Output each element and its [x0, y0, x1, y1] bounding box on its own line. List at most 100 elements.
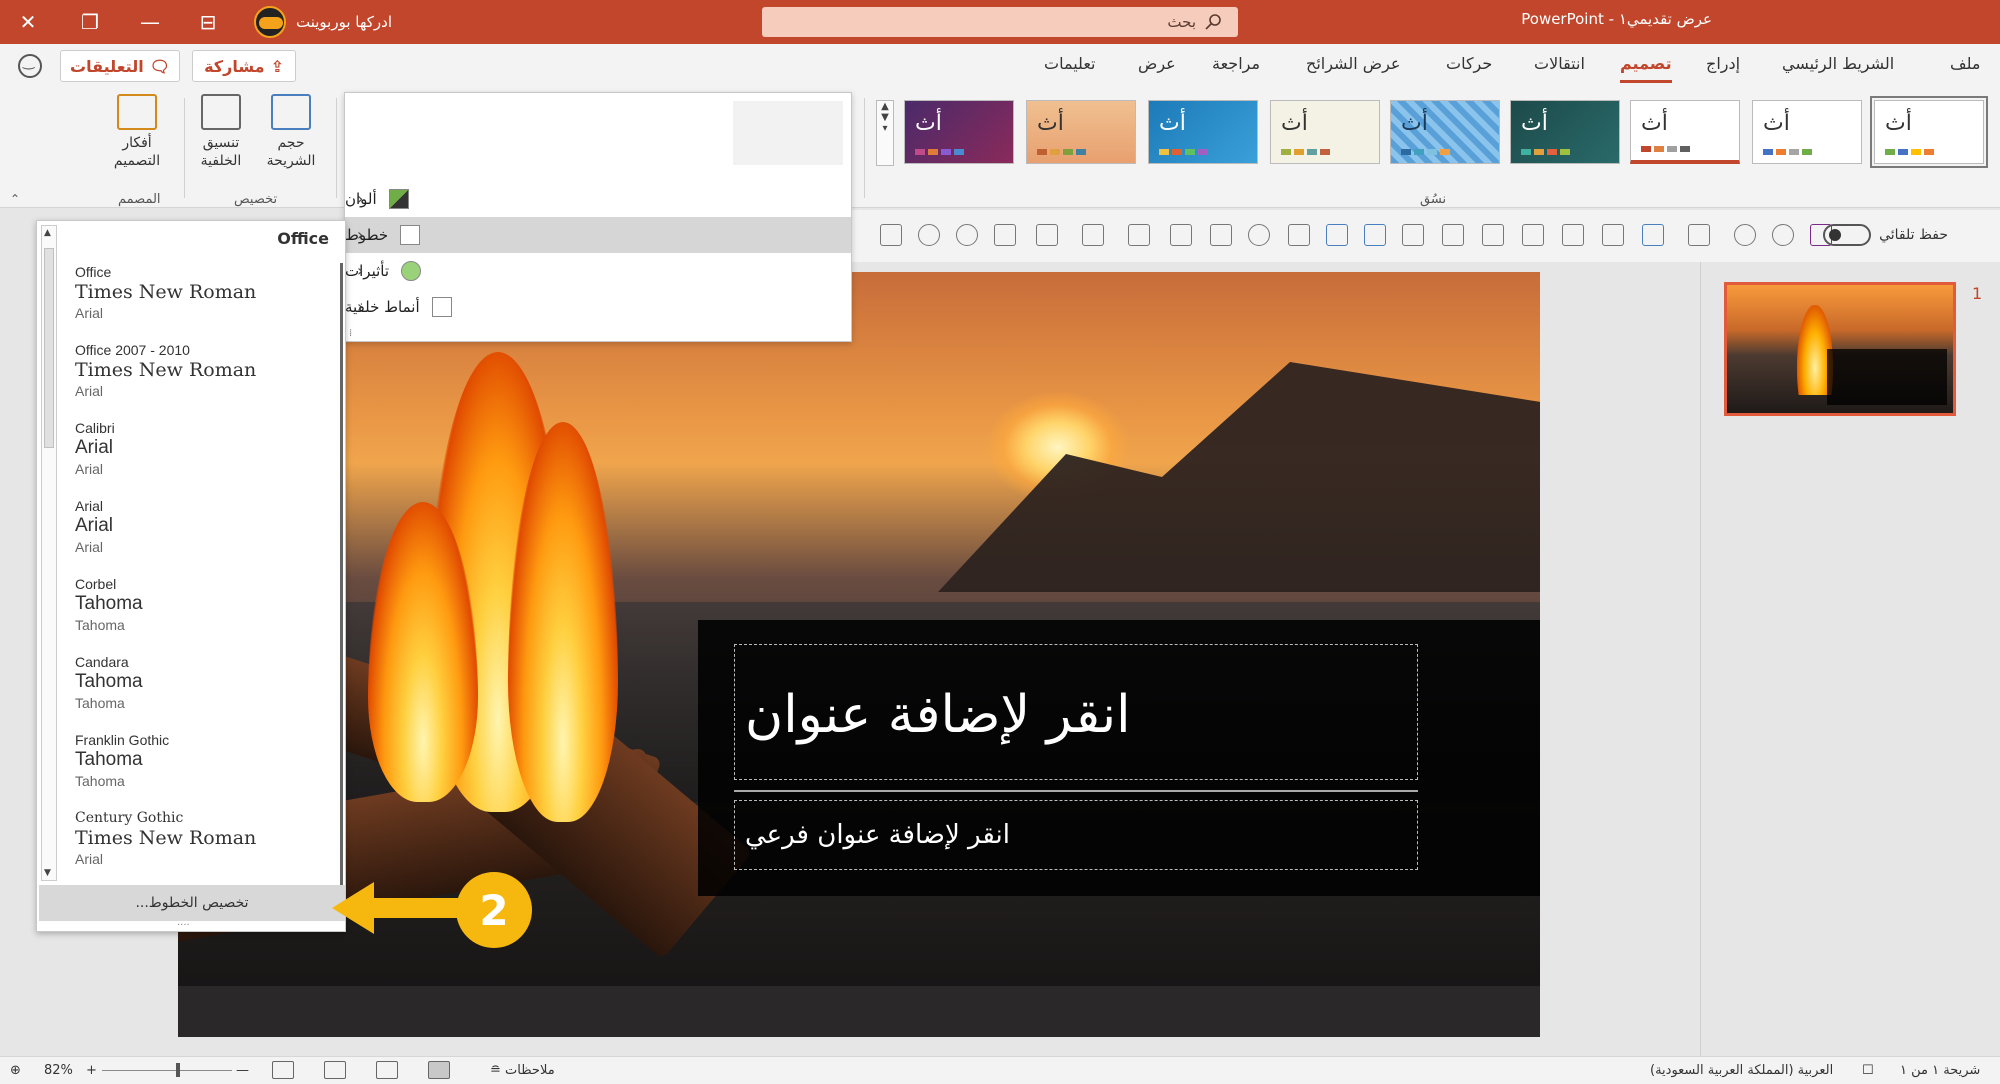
group-designer-label: المصمم — [118, 192, 161, 207]
rectangle-icon[interactable] — [1210, 224, 1232, 246]
zoom-out-button[interactable]: — — [236, 1063, 249, 1078]
customize-fonts-button[interactable]: تخصيص الخطوط... — [39, 885, 345, 921]
theme-thumbnail[interactable]: أث — [1390, 100, 1500, 164]
format-background-icon[interactable] — [880, 224, 902, 246]
format-painter-icon[interactable] — [1602, 224, 1624, 246]
tab-file[interactable]: ملف — [1950, 54, 1980, 73]
font-option[interactable]: Franklin Gothic Tahoma Tahoma — [67, 731, 343, 809]
minimize-window-button[interactable]: — — [122, 0, 178, 44]
scroll-down-icon[interactable]: ▼ — [44, 868, 51, 878]
theme-thumbnail[interactable]: أث — [1630, 100, 1740, 164]
tab-slideshow[interactable]: عرض الشرائح — [1306, 54, 1400, 73]
font-option[interactable]: Corbel Tahoma Tahoma — [67, 575, 343, 653]
pen-icon[interactable] — [918, 224, 940, 246]
shapes-icon[interactable] — [1128, 224, 1150, 246]
variants-item-fonts[interactable]: خطوط ‹ — [345, 217, 851, 253]
eraser-icon[interactable] — [1036, 224, 1058, 246]
font-option-name: Office — [75, 264, 112, 280]
slide-sorter-view-icon[interactable] — [376, 1061, 398, 1079]
rectangle-rounded-icon[interactable] — [1170, 224, 1192, 246]
tab-home[interactable]: الشريط الرئيسي — [1782, 54, 1894, 73]
theme-thumbnail[interactable]: أث — [1148, 100, 1258, 164]
variant-preview[interactable] — [733, 101, 843, 165]
fonts-scrollbar[interactable]: ▲ ▼ — [41, 225, 57, 881]
variants-item-colors[interactable]: ألوان ‹ — [345, 181, 851, 217]
design-ideas-button[interactable]: أفكار التصميم — [102, 94, 172, 170]
tab-transitions[interactable]: انتقالات — [1534, 54, 1585, 73]
theme-gallery-scroll[interactable]: ▲ ▼ ▾ — [876, 100, 894, 166]
ungroup-icon[interactable] — [1522, 224, 1544, 246]
accessibility-icon[interactable]: ☐ — [1862, 1063, 1874, 1078]
reading-view-icon[interactable] — [324, 1061, 346, 1079]
font-option[interactable]: Office 2007 - 2010 Times New Roman Arial — [67, 341, 343, 419]
line-icon[interactable] — [1288, 224, 1310, 246]
group-icon[interactable] — [1482, 224, 1504, 246]
redo-icon[interactable] — [1734, 224, 1756, 246]
resize-handle-icon[interactable]: ···· — [177, 920, 190, 931]
slideshow-view-icon[interactable] — [272, 1061, 294, 1079]
tab-help[interactable]: تعليمات — [1044, 54, 1095, 73]
zoom-slider-thumb[interactable] — [176, 1063, 180, 1077]
language-indicator[interactable]: العربية (المملكة العربية السعودية) — [1650, 1063, 1833, 1078]
duplicate-icon[interactable] — [1442, 224, 1464, 246]
zoom-slider[interactable] — [102, 1070, 232, 1071]
share-button[interactable]: ⇪ مشاركة — [192, 50, 296, 82]
highlighter-icon[interactable] — [994, 224, 1016, 246]
tab-design[interactable]: تصميم — [1620, 54, 1672, 83]
search-box[interactable]: بحث — [762, 7, 1238, 37]
theme-thumbnail[interactable]: أث — [1270, 100, 1380, 164]
slide-size-label: حجم الشريحة — [266, 135, 316, 169]
ribbon-display-options-button[interactable]: ⊟ — [180, 0, 236, 44]
restore-window-button[interactable]: ❐ — [62, 0, 118, 44]
font-option[interactable]: Office Times New Roman Arial — [67, 263, 343, 341]
font-option[interactable]: Century Gothic Times New Roman Arial — [67, 809, 343, 887]
picture-icon[interactable] — [1402, 224, 1424, 246]
close-window-button[interactable]: ✕ — [0, 0, 56, 44]
format-background-button[interactable]: تنسيق الخلفية — [186, 94, 256, 170]
undo-icon[interactable] — [1772, 224, 1794, 246]
format-background-icon — [201, 94, 241, 130]
font-option[interactable]: Calibri Arial Arial — [67, 419, 343, 497]
autosave-control[interactable]: حفظ تلقائي — [1823, 224, 1948, 246]
scroll-up-icon[interactable]: ▲ — [44, 228, 51, 238]
theme-swatches — [1763, 149, 1812, 155]
arrange-icon[interactable] — [1562, 224, 1584, 246]
theme-thumbnail-office[interactable]: أث — [1870, 96, 1988, 168]
tab-view[interactable]: عرض — [1138, 54, 1176, 73]
smartart-icon[interactable] — [1364, 224, 1386, 246]
fit-to-window-icon[interactable]: ⊕ — [10, 1063, 21, 1078]
notes-button[interactable]: ملاحظات ≘ — [490, 1063, 555, 1078]
theme-thumbnail[interactable]: أث — [1752, 100, 1862, 164]
theme-thumbnail[interactable]: أث — [904, 100, 1014, 164]
scrollbar-thumb[interactable] — [44, 248, 54, 448]
tab-review[interactable]: مراجعة — [1212, 54, 1260, 73]
pencil-icon[interactable] — [956, 224, 978, 246]
tab-insert[interactable]: إدراج — [1706, 54, 1740, 73]
theme-thumbnail[interactable]: أث — [1026, 100, 1136, 164]
callout-arrow-icon — [332, 882, 472, 934]
font-option[interactable]: Candara Tahoma Tahoma — [67, 653, 343, 731]
crop-icon[interactable] — [1688, 224, 1710, 246]
tab-animations[interactable]: حركات — [1446, 54, 1492, 73]
autosave-toggle[interactable] — [1823, 224, 1872, 246]
ellipse-icon[interactable] — [1248, 224, 1270, 246]
variants-item-effects[interactable]: تأثيرات ‹ — [345, 253, 851, 289]
slide-thumbnail[interactable] — [1724, 282, 1956, 416]
normal-view-icon[interactable] — [428, 1061, 450, 1079]
collapse-ribbon-icon[interactable]: ⌃ — [10, 192, 20, 206]
step-callout: 2 — [456, 872, 532, 948]
subtitle-placeholder[interactable]: انقر لإضافة عنوان فرعي — [734, 800, 1418, 870]
align-icon[interactable] — [1642, 224, 1664, 246]
slide-size-button[interactable]: حجم الشريحة — [256, 94, 326, 170]
zoom-level[interactable]: 82% — [44, 1063, 73, 1078]
title-placeholder[interactable]: انقر لإضافة عنوان — [734, 644, 1418, 780]
comments-button[interactable]: 🗨 التعليقات — [60, 50, 180, 82]
variants-item-background-styles[interactable]: أنماط خلفية ‹ — [345, 289, 851, 325]
font-option[interactable]: Arial Arial Arial — [67, 497, 343, 575]
feedback-smiley-icon[interactable] — [18, 54, 42, 78]
theme-thumbnail[interactable]: أث — [1510, 100, 1620, 164]
textbox-icon[interactable] — [1326, 224, 1348, 246]
resize-handle-icon[interactable]: ⁞ — [349, 328, 352, 339]
shape-fill-icon[interactable] — [1082, 224, 1104, 246]
zoom-in-button[interactable]: + — [86, 1063, 97, 1078]
